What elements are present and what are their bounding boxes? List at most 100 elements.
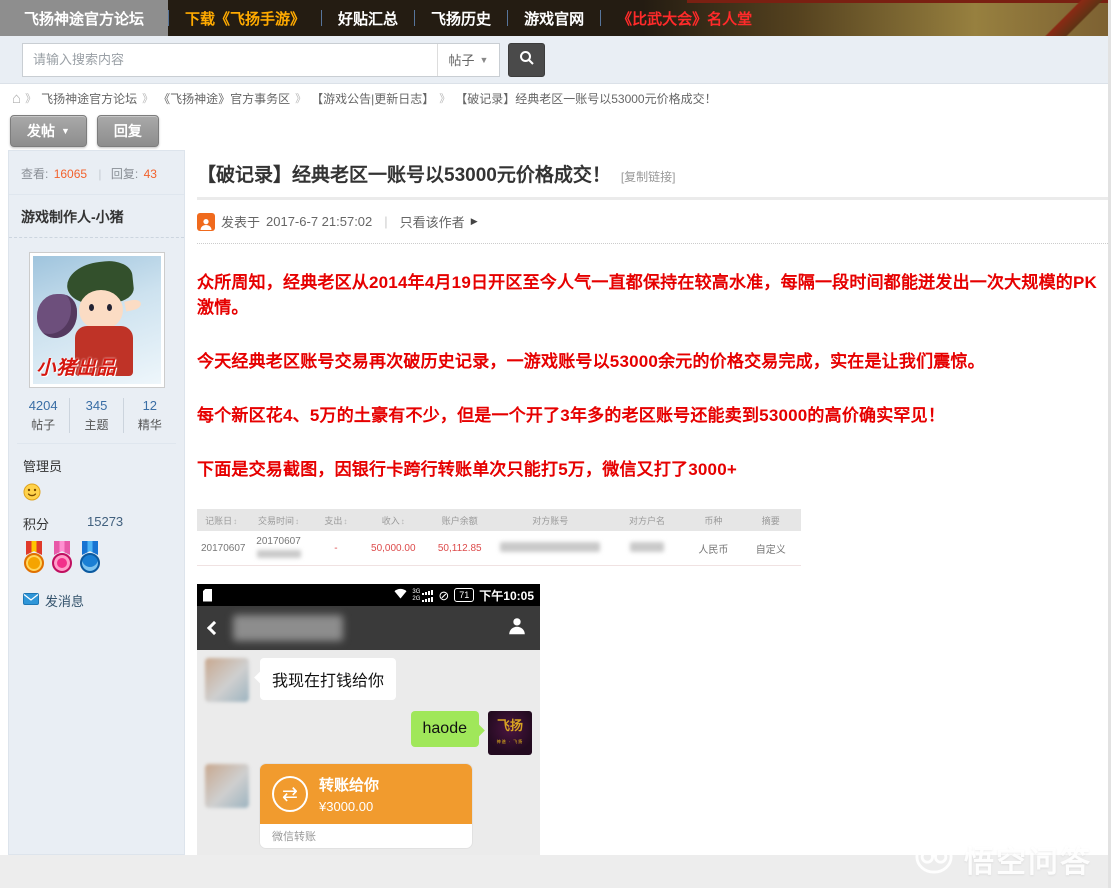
posted-label: 发表于 bbox=[221, 215, 261, 230]
bank-header-cell: 币种 bbox=[704, 515, 723, 526]
stat-digests-value[interactable]: 12 bbox=[124, 398, 176, 413]
envelope-icon bbox=[23, 593, 39, 608]
avatar-eye-art bbox=[106, 304, 112, 311]
stat-posts-label: 帖子 bbox=[31, 418, 56, 432]
nav-item-hall-of-fame[interactable]: 《比武大会》名人堂 bbox=[601, 0, 768, 36]
breadcrumb-item-board[interactable]: 【游戏公告|更新日志】 bbox=[311, 90, 434, 107]
reply-label: 回复 bbox=[113, 123, 142, 139]
pink-medal-icon bbox=[51, 541, 73, 573]
search-category-label: 帖子 bbox=[448, 53, 475, 68]
stat-posts-value[interactable]: 4204 bbox=[17, 398, 69, 413]
reply-button[interactable]: 回复 bbox=[96, 115, 159, 147]
mute-icon: ⊘ bbox=[438, 587, 450, 603]
breadcrumb-separator: 》 bbox=[25, 93, 37, 105]
bank-cell-time: 20170607 bbox=[245, 536, 311, 561]
bank-header-cell: 账户余额 bbox=[441, 515, 478, 526]
chat-bubble: 我现在打钱给你 bbox=[260, 658, 397, 700]
replies-count: 43 bbox=[143, 167, 157, 181]
bank-cell-date: 20170607 bbox=[201, 542, 246, 554]
avatar-caption: 小猪出品 bbox=[36, 358, 117, 379]
forum-page: 飞扬神途官方论坛 下载《飞扬手游》 好贴汇总 飞扬历史 游戏官网 《比武大会》名… bbox=[0, 0, 1111, 888]
bank-cell-currency: 人民币 bbox=[698, 544, 729, 556]
transfer-amount: ¥3000.00 bbox=[319, 799, 374, 814]
redacted-contact-name bbox=[233, 615, 343, 641]
phone-status-bar: 3G 2G ⊘ 71 下午10:05 bbox=[197, 584, 540, 606]
redacted-buyer-avatar bbox=[205, 764, 249, 808]
post-body: 众所周知，经典老区从2014年4月19日开区至今人气一直都保持在较高水准，每隔一… bbox=[197, 244, 1108, 855]
search-category-select[interactable]: 帖子 ▼ bbox=[437, 43, 499, 76]
top-navigation: 飞扬神途官方论坛 下载《飞扬手游》 好贴汇总 飞扬历史 游戏官网 《比武大会》名… bbox=[0, 0, 1108, 36]
author-role-block: 管理员 积分 15273 bbox=[9, 444, 184, 573]
avatar-eye-art bbox=[88, 304, 94, 311]
copy-link[interactable]: [复制链接] bbox=[621, 168, 676, 185]
bank-header-cell: 支出↕ bbox=[324, 515, 348, 526]
search-button[interactable] bbox=[508, 42, 545, 77]
bank-cell-account bbox=[493, 541, 608, 555]
post-paragraph: 每个新区花4、5万的土豪有不少，但是一个开了3年多的老区账号还能卖到53000的… bbox=[197, 406, 946, 425]
transfer-card: ⇄ 转账给你 ¥3000.00 微信转账 bbox=[260, 764, 472, 848]
nav-item-history[interactable]: 飞扬历史 bbox=[415, 0, 507, 36]
wifi-icon bbox=[394, 586, 407, 604]
signal-icon: 3G 2G bbox=[412, 589, 434, 602]
views-count: 16065 bbox=[53, 167, 88, 181]
bank-statement-screenshot[interactable]: 记账日↕ 交易时间↕ 支出↕ 收入↕ 账户余额 对方账号 对方户名 币种 摘要 … bbox=[197, 509, 801, 566]
avatar-image: 小猪出品 bbox=[32, 256, 161, 384]
bank-cell-summary: 自定义 bbox=[755, 544, 786, 556]
bank-cell-expense: - bbox=[334, 542, 338, 554]
avatar[interactable]: 小猪出品 bbox=[28, 252, 165, 388]
stat-threads-label: 主题 bbox=[84, 418, 109, 432]
bank-header-cell: 对方账号 bbox=[532, 515, 569, 526]
send-message-link[interactable]: 发消息 bbox=[45, 591, 84, 610]
wechat-screenshot[interactable]: 3G 2G ⊘ 71 下午10:05 我现在打钱给你 haode 飞扬 神途 ·… bbox=[197, 584, 540, 855]
battery-icon: 71 bbox=[454, 588, 475, 602]
chat-message-left: ⇄ 转账给你 ¥3000.00 微信转账 bbox=[205, 764, 532, 848]
score-label: 积分 bbox=[23, 517, 50, 532]
home-icon[interactable]: ⌂ bbox=[12, 90, 21, 107]
avatar-face-art bbox=[78, 290, 123, 330]
transfer-arrows-icon: ⇄ bbox=[272, 776, 308, 812]
score-row: 积分 15273 bbox=[23, 514, 170, 533]
breadcrumb-item-section[interactable]: 《飞扬神途》官方事务区 bbox=[158, 90, 290, 107]
thread-content: 【破记录】经典老区一账号以53000元价格成交！ [复制链接] 发表于 2017… bbox=[185, 150, 1108, 855]
transfer-title: 转账给你 bbox=[319, 777, 380, 794]
post-datetime: 2017-6-7 21:57:02 bbox=[266, 214, 373, 229]
smiley-icon bbox=[23, 483, 170, 504]
page-title: 【破记录】经典老区一账号以53000元价格成交！ bbox=[197, 165, 611, 186]
stat-threads-value[interactable]: 345 bbox=[70, 398, 122, 413]
new-post-button[interactable]: 发帖 ▼ bbox=[10, 115, 87, 147]
sdcard-icon bbox=[203, 588, 212, 602]
thread-action-bar: 发帖 ▼ 回复 bbox=[0, 112, 1108, 150]
breadcrumb-item-forum[interactable]: 飞扬神途官方论坛 bbox=[41, 90, 137, 107]
contact-profile-icon bbox=[506, 615, 528, 642]
nav-item-download-mobile[interactable]: 下载《飞扬手游》 bbox=[169, 0, 321, 36]
stat-posts: 4204 帖子 bbox=[17, 398, 69, 433]
bank-cell-payer bbox=[608, 541, 687, 555]
replies-label: 回复: bbox=[110, 167, 139, 181]
search-box: 帖子 ▼ bbox=[22, 42, 500, 77]
stat-digests-label: 精华 bbox=[137, 418, 162, 432]
search-bar: 帖子 ▼ bbox=[0, 36, 1108, 84]
author-mini-icon bbox=[197, 212, 215, 231]
view-author-only-link[interactable]: 只看该作者 bbox=[400, 212, 465, 231]
author-name-link[interactable]: 游戏制作人-小猪 bbox=[21, 209, 124, 225]
search-input[interactable] bbox=[23, 43, 437, 76]
breadcrumb-separator: 》 bbox=[142, 93, 154, 105]
author-sidebar: 查看: 16065 | 回复: 43 游戏制作人-小猪 小猪出品 4204 帖子… bbox=[8, 150, 185, 855]
sort-icon: ↕ bbox=[233, 516, 238, 526]
sort-icon: ↕ bbox=[295, 516, 300, 526]
search-icon bbox=[519, 50, 535, 69]
divider: | bbox=[98, 167, 102, 181]
post-paragraph: 今天经典老区账号交易再次破历史记录，一游戏账号以53000余元的价格交易完成，实… bbox=[197, 352, 985, 371]
bank-header-cell: 摘要 bbox=[761, 515, 780, 526]
breadcrumb: ⌂ 》 飞扬神途官方论坛 》 《飞扬神途》官方事务区 》 【游戏公告|更新日志】… bbox=[0, 84, 1108, 112]
nav-item-forum-home[interactable]: 飞扬神途官方论坛 bbox=[0, 0, 169, 36]
nav-item-good-posts[interactable]: 好贴汇总 bbox=[322, 0, 414, 36]
role-label: 管理员 bbox=[23, 459, 63, 474]
views-label: 查看: bbox=[21, 167, 49, 181]
thread-title-row: 【破记录】经典老区一账号以53000元价格成交！ [复制链接] bbox=[197, 158, 1108, 200]
bank-header-cell: 记账日↕ bbox=[205, 515, 238, 526]
new-post-label: 发帖 bbox=[27, 123, 55, 139]
avatar-ear-art bbox=[123, 298, 142, 312]
banner-dragon-decoration bbox=[1038, 0, 1108, 36]
nav-item-official-site[interactable]: 游戏官网 bbox=[508, 0, 600, 36]
